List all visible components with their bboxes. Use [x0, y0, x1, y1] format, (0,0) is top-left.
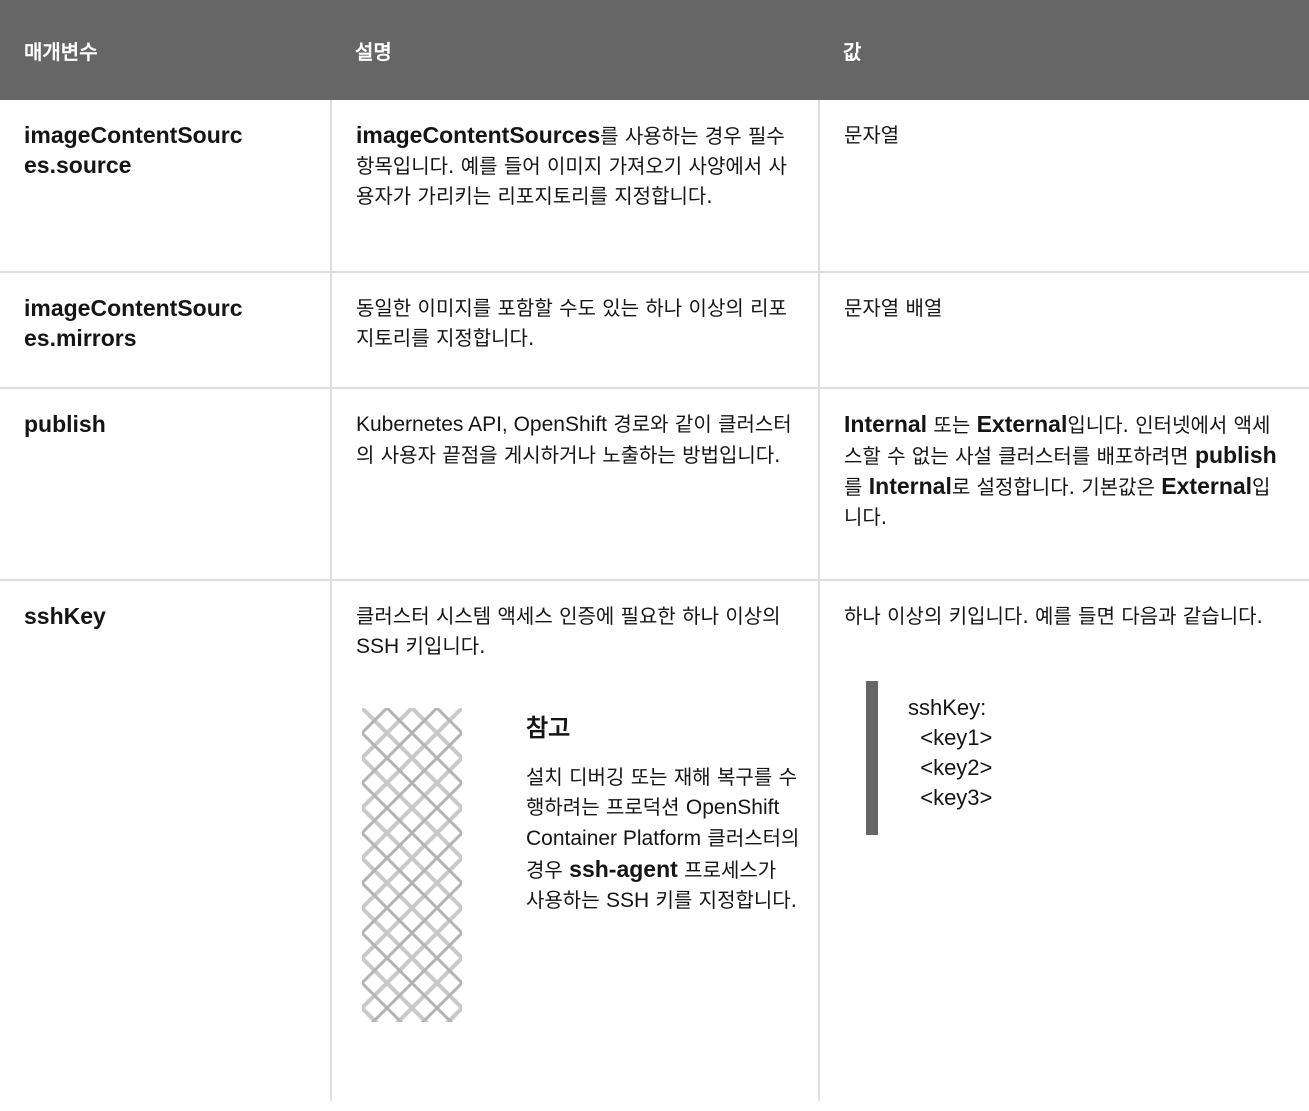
parameter-name-part: es.source [24, 152, 132, 178]
table-row: sshKey 클러스터 시스템 액세스 인증에 필요한 하나 이상의 SSH 키… [0, 580, 1309, 1101]
description-text: 클러스터 시스템 액세스 인증에 필요한 하나 이상의 [356, 604, 781, 628]
header-value: 값 [843, 39, 862, 64]
parameter-name: sshKey [24, 603, 106, 629]
description-bold: imageContentSources [356, 122, 601, 148]
value-external: External [976, 411, 1068, 437]
note-body: 참고 설치 디버깅 또는 재해 복구를 수행하려는 프로덕션 OpenShift… [526, 708, 800, 916]
value-internal: Internal [844, 411, 928, 437]
description-cell: imageContentSources를 사용하는 경우 필수 항목입니다. 예… [331, 100, 820, 273]
code-line: <key1> [908, 725, 993, 750]
value-internal: Internal [868, 473, 952, 499]
value-cell: 문자열 배열 [819, 272, 1309, 389]
parameter-name-part: imageContentSourc [24, 295, 243, 321]
header-description: 설명 [355, 39, 392, 64]
code-block: sshKey: <key1> <key2> <key3> [866, 681, 1285, 835]
description-latin: SSH [356, 635, 400, 658]
table-row: publish Kubernetes API, OpenShift 경로와 같이… [0, 388, 1309, 581]
note-pattern-icon [362, 708, 462, 1022]
parameter-name-cell: imageContentSourc es.source [0, 100, 332, 273]
note-text: 키를 지정합니다. [649, 888, 798, 912]
value-text: 문자열 [844, 123, 900, 147]
header-parameter: 매개변수 [24, 39, 98, 64]
table-row: imageContentSourc es.source imageContent… [0, 100, 1309, 273]
note-bold: ssh-agent [569, 856, 678, 882]
parameter-name-cell: publish [0, 388, 332, 581]
table-header-row: 매개변수 설명 값 [0, 0, 1309, 100]
table-row: imageContentSourc es.mirrors 동일한 이미지를 포함… [0, 272, 1309, 389]
description-text: 키입니다. [399, 634, 486, 658]
parameter-table: 매개변수 설명 값 imageContentSourc es.source im… [0, 0, 1309, 1101]
parameter-name-cell: sshKey [0, 580, 332, 1101]
value-text: 로 설정합니다. 기본값은 [951, 475, 1162, 499]
note-admonition: 참고 설치 디버깅 또는 재해 복구를 수행하려는 프로덕션 OpenShift… [356, 708, 799, 1028]
description-cell: Kubernetes API, OpenShift 경로와 같이 클러스터의 사… [331, 388, 820, 581]
description-cell: 동일한 이미지를 포함할 수도 있는 하나 이상의 리포지토리를 지정합니다. [331, 272, 820, 389]
description-text: 동일한 이미지를 포함할 수도 있는 하나 이상의 리포지토리를 지정합니다. [356, 296, 787, 350]
value-text: 하나 이상의 키입니다. 예를 들면 다음과 같습니다. [844, 604, 1263, 628]
code-line: <key3> [908, 785, 993, 810]
value-cell: 하나 이상의 키입니다. 예를 들면 다음과 같습니다. sshKey: <ke… [819, 580, 1309, 1101]
value-cell: Internal 또는 External입니다. 인터넷에서 액세스할 수 없는… [819, 388, 1309, 581]
value-text: 를 [844, 475, 869, 499]
note-latin: SSH [605, 889, 650, 912]
code-line: sshKey: [908, 695, 987, 720]
description-latin: Kubernetes API, OpenShift [356, 413, 607, 436]
parameter-name-part: es.mirrors [24, 325, 137, 351]
description-cell: 클러스터 시스템 액세스 인증에 필요한 하나 이상의 SSH 키입니다. 참고 [331, 580, 820, 1101]
note-title: 참고 [526, 713, 571, 742]
table-header: 매개변수 설명 값 [0, 0, 1309, 100]
parameter-name-part: imageContentSourc [24, 122, 243, 148]
value-cell: 문자열 [819, 100, 1309, 273]
value-text: 문자열 배열 [844, 296, 943, 320]
parameter-name-cell: imageContentSourc es.mirrors [0, 272, 332, 389]
parameter-name: publish [24, 411, 106, 437]
value-publish: publish [1194, 442, 1277, 468]
value-external: External [1161, 473, 1253, 499]
code-line: <key2> [908, 755, 993, 780]
value-or: 또는 [927, 413, 977, 437]
